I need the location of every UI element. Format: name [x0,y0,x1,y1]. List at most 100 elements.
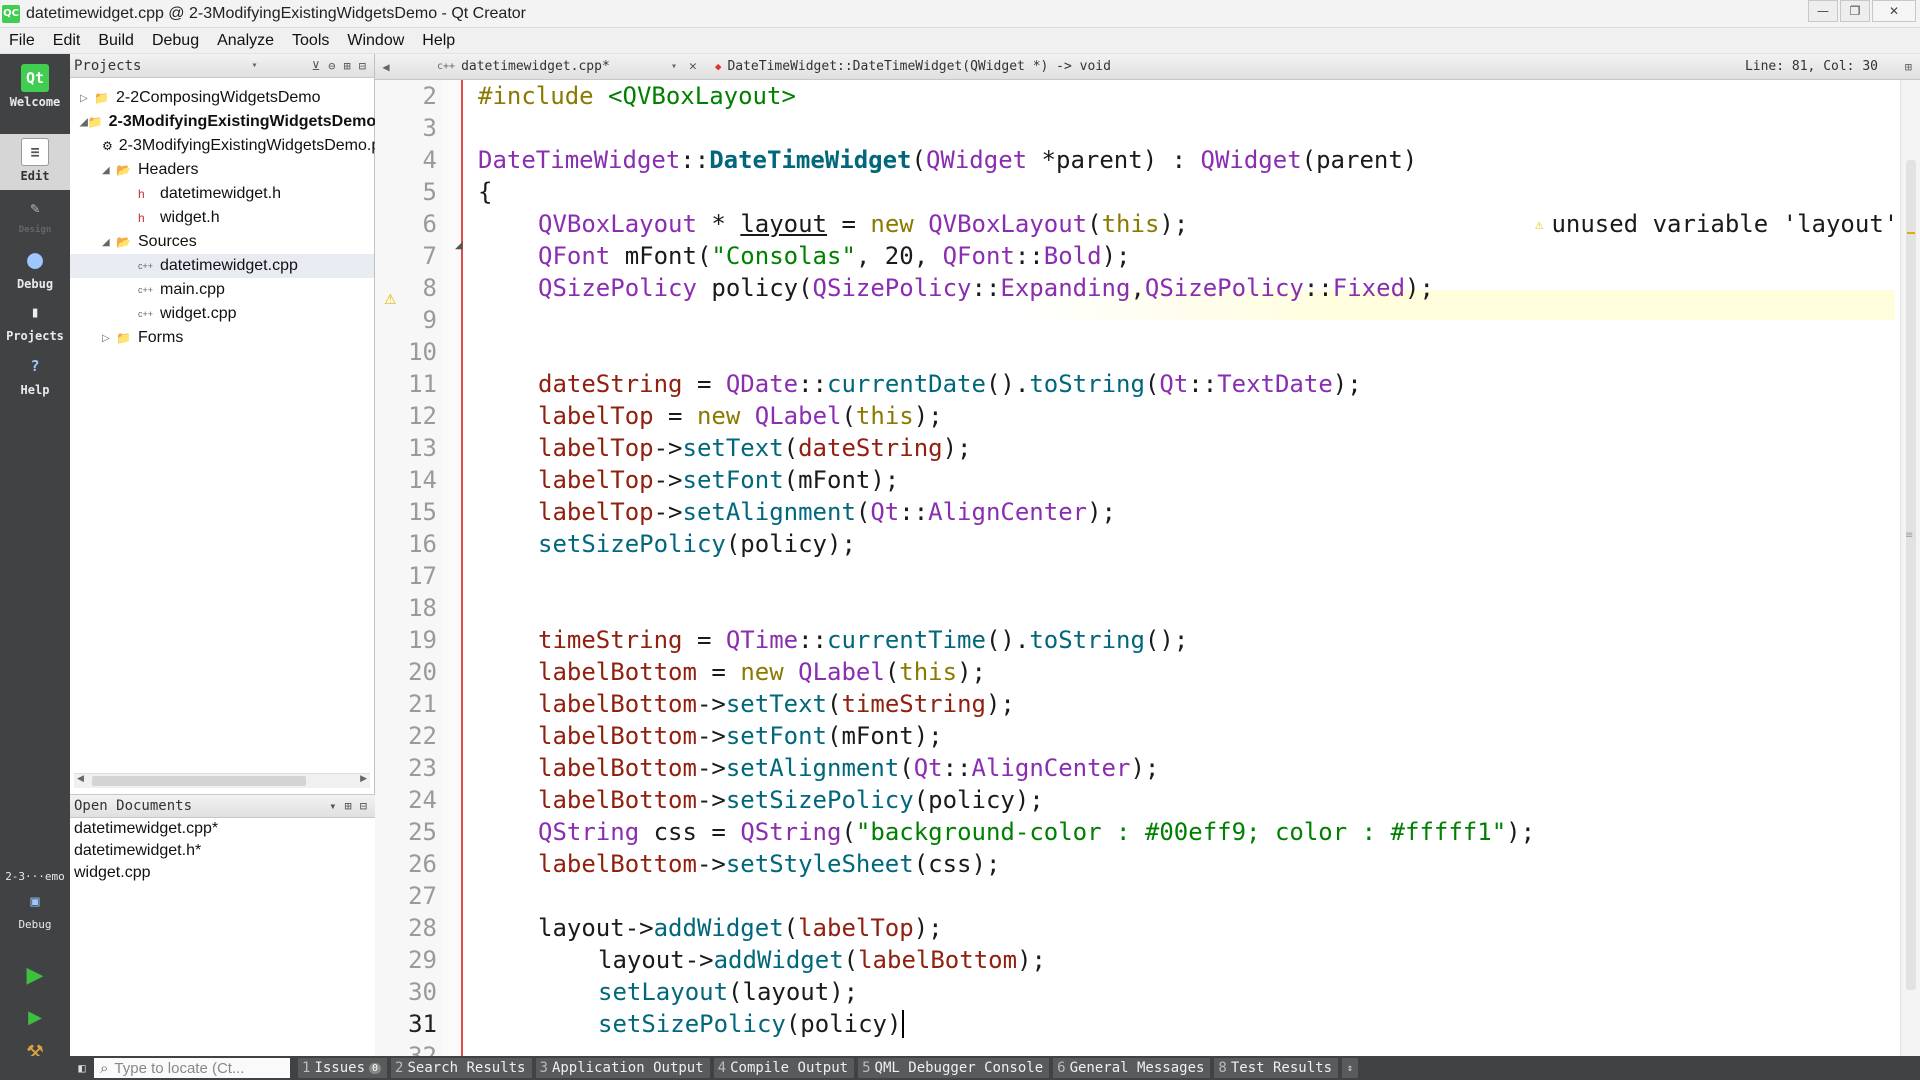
output-tab-search-results[interactable]: 2 Search Results [391,1058,532,1078]
mode-help[interactable]: ? Help [0,352,70,402]
code-line: setLayout(layout); [598,978,859,1006]
menu-window[interactable]: Window [338,32,413,50]
line-number: 9 [422,306,437,334]
more-tabs-icon[interactable]: ⇕ [1342,1058,1359,1078]
debug-run-icon[interactable]: ▶ [22,1004,48,1030]
projects-pane: Projects ▾ ⊻ ⊖ ⊞ ⊟ ▷ 📁 2-2ComposingWidgets… [70,54,394,794]
locator-input[interactable]: ⌕ Type to locate (Ct... [94,1058,290,1078]
cpp-file-icon: c++ [138,309,154,319]
open-document-item[interactable]: datetimewidget.h* [74,842,201,860]
tree-item[interactable]: ◢ 📁 2-3ModifyingExistingWidgetsDemo [70,110,376,134]
tree-item-label: widget.h [160,209,220,226]
mode-selector: Qt Welcome ≡ Edit ✎ Design ⬤ Debug ▮ Pro… [0,54,70,1064]
output-tab-issues[interactable]: 1 Issues 0 [298,1058,388,1078]
line-number: 14 [408,466,437,494]
fold-column [441,80,463,1056]
output-tab-qml-debugger-console[interactable]: 5 QML Debugger Console [858,1058,1050,1078]
filter-icon[interactable]: ⊻ [312,59,321,73]
open-document-item[interactable]: widget.cpp [74,864,151,882]
output-tab-general-messages[interactable]: 6 General Messages [1053,1058,1211,1078]
split-icon[interactable]: ⊞ [344,59,351,73]
menu-file[interactable]: File [0,32,44,50]
mode-design[interactable]: ✎ Design [0,194,70,244]
code-line: QVBoxLayout * layout = new QVBoxLayout(t… [538,210,1189,238]
scrollbar-thumb[interactable] [92,776,306,786]
tree-item[interactable]: c++ datetimewidget.cpp [70,254,374,278]
menu-bar: File Edit Build Debug Analyze Tools Wind… [0,28,1920,54]
chevron-down-icon[interactable]: ▾ [251,60,257,71]
horizontal-scrollbar[interactable]: ◀ ▶ [74,773,370,788]
fold-toggle-icon[interactable]: ◢ [455,240,463,251]
menu-edit[interactable]: Edit [44,32,90,50]
chevron-down-icon[interactable]: ◢ [80,117,88,128]
search-icon: ⌕ [100,1059,109,1077]
code-line: labelBottom->setStyleSheet(css); [538,850,1001,878]
maximize-button[interactable]: ❐ [1840,0,1870,22]
folder-icon: 📁 [94,91,109,105]
code-line: timeString = QTime::currentTime().toStri… [538,626,1189,654]
line-number: 27 [408,882,437,910]
scroll-right-icon[interactable]: ▶ [360,774,367,784]
close-button[interactable]: ✕ [1872,0,1916,22]
code-editor[interactable]: 2 3 4 5 6 7 8 9 10 11 12 13 14 15 16 17 18 19 20 21 22 23 24 25… [375,80,1900,1056]
output-tab-application-output[interactable]: 3 Application Output [535,1058,710,1078]
close-document-icon[interactable]: ✕ [689,59,697,74]
line-number: 10 [408,338,437,366]
tree-item[interactable]: c++ widget.cpp [70,302,374,326]
mode-edit[interactable]: ≡ Edit [0,134,70,190]
line-number: 29 [408,946,437,974]
close-pane-icon[interactable]: ⊟ [360,799,367,813]
back-arrow-icon[interactable]: ◀ [375,60,397,74]
chevron-right-icon[interactable]: ▷ [80,93,94,104]
mode-welcome[interactable]: Qt Welcome [0,64,70,118]
tree-item-label: Sources [138,233,197,250]
output-tab-test-results[interactable]: 8 Test Results [1214,1058,1339,1078]
menu-tools[interactable]: Tools [283,32,338,50]
kit-selector[interactable]: 2-3···emo ▣ Debug [0,870,70,932]
line-number: 19 [408,626,437,654]
chevron-right-icon[interactable]: ▷ [102,333,116,344]
tree-item[interactable]: h widget.h [70,206,374,230]
open-document-item[interactable]: datetimewidget.cpp* [74,820,218,838]
link-icon[interactable]: ⊖ [328,59,335,73]
tree-item[interactable]: c++ main.cpp [70,278,374,302]
mode-projects[interactable]: ▮ Projects [0,298,70,348]
file-selector[interactable]: c++ datetimewidget.cpp* ▾ [437,59,677,74]
tree-item[interactable]: ◢ 📂 Headers [70,158,374,182]
line-number: 13 [408,434,437,462]
tree-item[interactable]: ⚙ 2-3ModifyingExistingWidgetsDemo.pro [70,134,394,158]
symbol-selector[interactable]: ◆ DateTimeWidget::DateTimeWidget(QWidget… [715,59,1111,74]
mode-debug[interactable]: ⬤ Debug [0,246,70,296]
menu-debug[interactable]: Debug [143,32,208,50]
menu-build[interactable]: Build [89,32,143,50]
chevron-down-icon[interactable]: ◢ [102,165,116,176]
tree-item[interactable]: ◢ 📂 Sources [70,230,374,254]
mode-label: Help [20,383,50,397]
help-icon: ? [30,357,40,375]
run-icon[interactable]: ▶ [22,962,48,988]
close-pane-icon[interactable]: ⊟ [359,59,366,73]
tree-item[interactable]: ▷ 📁 Forms [70,326,374,350]
split-icon[interactable]: ⊞ [345,799,352,813]
split-editor-icon[interactable]: ⊞ [1905,60,1912,74]
scrollbar-thumb[interactable] [1906,160,1916,990]
chevron-down-icon[interactable]: ◢ [102,237,116,248]
kit-name: 2-3···emo [5,870,65,883]
minimize-button[interactable]: — [1808,0,1838,22]
menu-analyze[interactable]: Analyze [208,32,283,50]
kit-mode: Debug [18,918,52,931]
chevron-down-icon[interactable]: ▾ [329,799,336,813]
menu-help[interactable]: Help [413,32,464,50]
tree-item[interactable]: h datetimewidget.h [70,182,374,206]
vertical-scrollbar[interactable]: ≡ [1900,80,1920,1056]
tree-item[interactable]: ▷ 📁 2-2ComposingWidgetsDemo [70,86,374,110]
tree-item-label: 2-3ModifyingExistingWidgetsDemo.pro [118,137,395,154]
output-tab-compile-output[interactable]: 4 Compile Output [713,1058,855,1078]
cpp-file-icon: c++ [138,285,154,295]
toggle-sidebar-icon[interactable]: ◧ [70,1061,94,1075]
monitor-icon: ▣ [30,892,40,910]
tree-item-label: main.cpp [160,281,225,298]
folder-icon: 📂 [116,235,131,249]
scroll-left-icon[interactable]: ◀ [77,774,84,784]
status-bar: ◧ ⌕ Type to locate (Ct... 1 Issues 0 2 Sear… [0,1056,1920,1080]
